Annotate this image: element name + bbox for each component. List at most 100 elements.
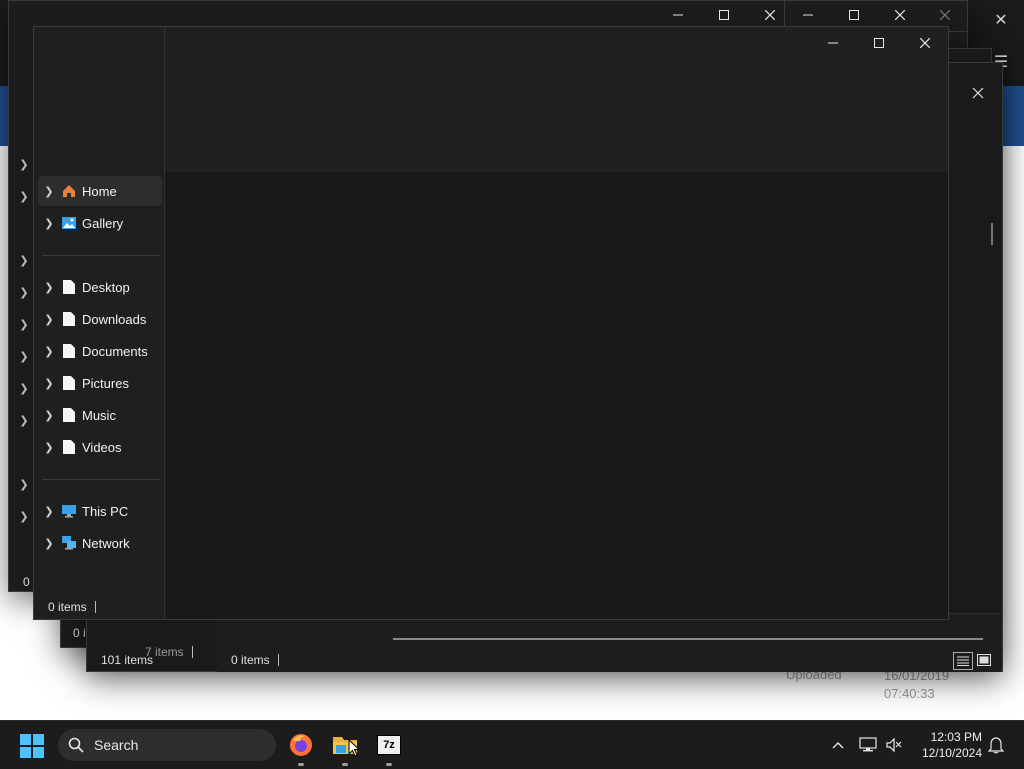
network-icon <box>60 534 78 552</box>
command-area <box>165 27 948 172</box>
chevron-right-icon[interactable]: ❯ <box>14 411 34 431</box>
nav-label: Desktop <box>82 279 130 295</box>
chevron-right-icon[interactable]: ❯ <box>14 507 34 527</box>
time-line: 07:40:33 <box>884 686 935 701</box>
chevron-right-icon[interactable]: ❯ <box>38 217 60 230</box>
nav-item-documents[interactable]: ❯ Documents <box>38 336 162 366</box>
nav-label: Home <box>82 183 117 199</box>
windows-start-icon[interactable] <box>20 734 44 763</box>
chevron-right-icon[interactable]: ❯ <box>38 185 60 198</box>
chevron-right-icon[interactable]: ❯ <box>38 441 60 454</box>
uploaded-date: 16/01/2019 07:40:33 <box>884 667 949 703</box>
file-icon <box>60 310 78 328</box>
nav-item-downloads[interactable]: ❯ Downloads <box>38 304 162 334</box>
details-view-button[interactable] <box>953 652 973 670</box>
firefox-icon[interactable] <box>285 729 317 766</box>
tiles-view-button[interactable] <box>975 652 993 668</box>
taskbar: Search 7z 12:03 PM 12/10/2024 <box>0 720 1024 769</box>
nav-label: Downloads <box>82 311 147 327</box>
nav-item-gallery[interactable]: ❯ Gallery <box>38 208 162 238</box>
chevron-right-icon[interactable]: ❯ <box>38 409 60 422</box>
status-region <box>217 613 1001 672</box>
notification-bell-icon[interactable] <box>986 735 1006 755</box>
nav-item-network[interactable]: ❯ Network <box>38 528 162 558</box>
chevron-right-icon[interactable]: ❯ <box>14 315 34 335</box>
nav-item-videos[interactable]: ❯ Videos <box>38 432 162 462</box>
nav-divider <box>42 479 160 480</box>
nav-item-home[interactable]: ❯ Home <box>38 176 162 206</box>
chevron-right-icon[interactable]: ❯ <box>14 187 34 207</box>
nav-label: Gallery <box>82 215 124 231</box>
status-bar: 0 items <box>48 600 96 614</box>
chevron-right-icon[interactable]: ❯ <box>38 537 60 550</box>
file-icon <box>60 406 78 424</box>
minimize-button[interactable] <box>810 29 856 57</box>
chevron-right-icon[interactable]: ❯ <box>14 251 34 271</box>
clock-date: 12/10/2024 <box>921 746 982 760</box>
taskbar-search[interactable]: Search <box>58 729 276 761</box>
close-button-inactive[interactable] <box>923 1 967 29</box>
clock-time: 12:03 PM <box>930 730 982 744</box>
7zip-icon[interactable]: 7z <box>373 729 405 766</box>
explorer-window-front: ❯ Home ❯ Gallery ❯ Desktop ❯ Downloads ❯… <box>33 26 949 620</box>
running-indicator <box>298 763 304 766</box>
vertical-scrollbar[interactable] <box>991 223 993 245</box>
network-status-icon[interactable] <box>858 735 878 755</box>
chevron-right-icon[interactable]: ❯ <box>38 345 60 358</box>
caption-buttons <box>810 29 948 57</box>
chevron-right-icon[interactable]: ❯ <box>14 283 34 303</box>
status-count: 0 items <box>48 600 87 614</box>
nav-item-music[interactable]: ❯ Music <box>38 400 162 430</box>
7zip-logo-text: 7z <box>377 735 401 755</box>
status-bar-3: 0 items <box>231 653 279 667</box>
mouse-cursor <box>348 738 361 762</box>
file-list-area[interactable] <box>165 172 948 619</box>
file-icon <box>60 374 78 392</box>
chevron-up-icon[interactable] <box>828 735 848 755</box>
chevron-right-icon[interactable]: ❯ <box>14 379 34 399</box>
caption-buttons <box>655 1 793 29</box>
nav-item-desktop[interactable]: ❯ Desktop <box>38 272 162 302</box>
search-icon <box>58 737 94 753</box>
chevron-right-icon[interactable]: ❯ <box>38 281 60 294</box>
navigation-pane: ❯ Home ❯ Gallery ❯ Desktop ❯ Downloads ❯… <box>34 27 165 619</box>
file-icon <box>60 342 78 360</box>
nav-label: Music <box>82 407 116 423</box>
maximize-button[interactable] <box>701 1 747 29</box>
home-icon <box>60 182 78 200</box>
minimize-button[interactable] <box>655 1 701 29</box>
nav-label: Pictures <box>82 375 129 391</box>
nav-item-this-pc[interactable]: ❯ This PC <box>38 496 162 526</box>
maximize-button[interactable] <box>856 29 902 57</box>
chevron-right-icon[interactable]: ❯ <box>38 377 60 390</box>
chevron-right-icon[interactable]: ❯ <box>38 505 60 518</box>
status-bar-2: 7 items <box>145 645 193 659</box>
status-count: 0 items <box>231 653 270 667</box>
status-count: 7 items <box>145 645 184 659</box>
search-label: Search <box>94 737 139 753</box>
minimize-button[interactable] <box>785 1 831 29</box>
chevron-right-icon[interactable]: ❯ <box>14 347 34 367</box>
nav-divider <box>42 255 160 256</box>
nav-label: Network <box>82 535 130 551</box>
running-indicator <box>386 763 392 766</box>
close-button[interactable] <box>902 29 948 57</box>
monitor-icon <box>60 502 78 520</box>
gallery-icon <box>60 214 78 232</box>
chevron-right-icon[interactable]: ❯ <box>14 155 34 175</box>
maximize-button[interactable] <box>831 1 877 29</box>
chevron-right-icon[interactable]: ❯ <box>14 475 34 495</box>
chevron-right-icon[interactable]: ❯ <box>38 313 60 326</box>
volume-muted-icon[interactable] <box>884 735 904 755</box>
running-indicator <box>342 763 348 766</box>
close-button[interactable] <box>955 79 1001 107</box>
file-icon <box>60 438 78 456</box>
nav-item-pictures[interactable]: ❯ Pictures <box>38 368 162 398</box>
system-clock[interactable]: 12:03 PM 12/10/2024 <box>910 729 982 761</box>
close-button[interactable] <box>877 1 923 29</box>
background-close-icon[interactable]: ✕ <box>990 10 1012 32</box>
horizontal-scrollbar[interactable] <box>393 638 983 640</box>
nav-label: This PC <box>82 503 129 519</box>
file-icon <box>60 278 78 296</box>
nav-label: Documents <box>82 343 148 359</box>
